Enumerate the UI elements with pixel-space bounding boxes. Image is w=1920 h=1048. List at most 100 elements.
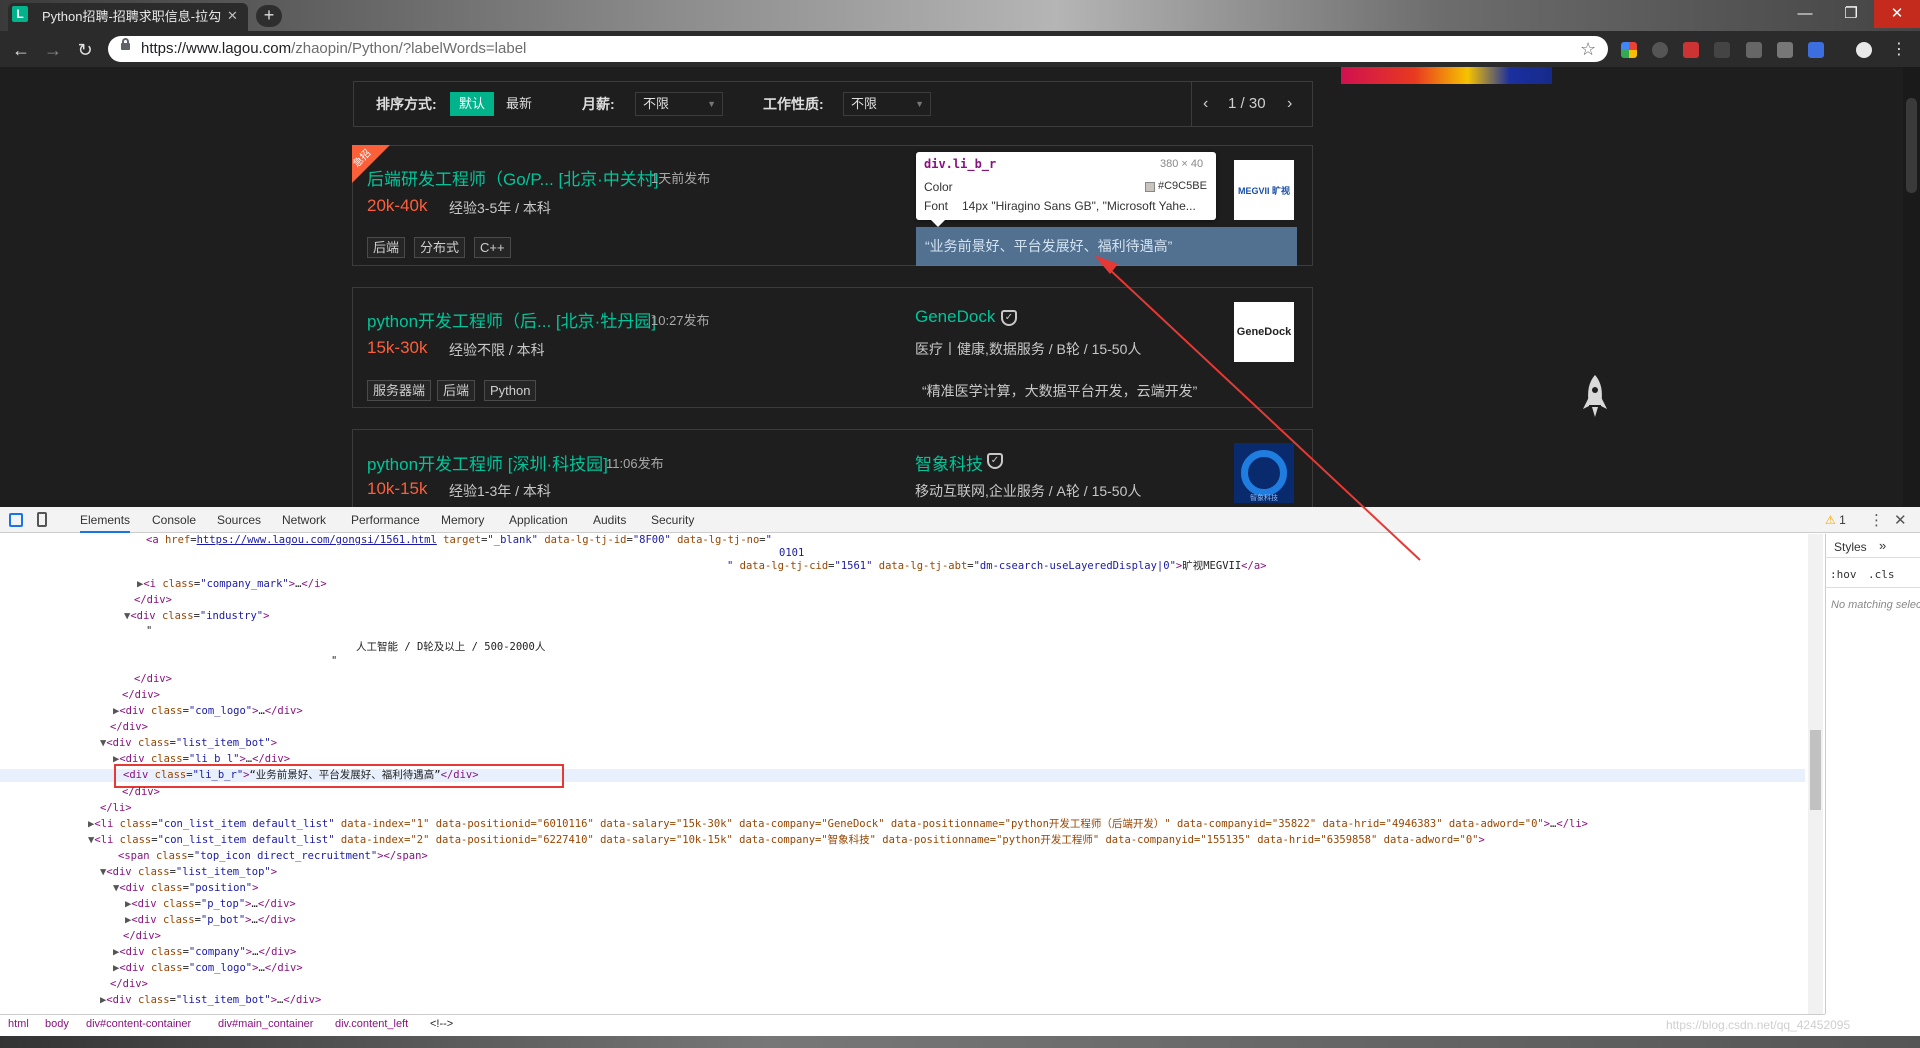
forward-icon[interactable]: →	[42, 39, 64, 61]
back-icon[interactable]: ←	[10, 39, 32, 61]
tab-elements[interactable]: Elements	[80, 507, 131, 533]
bookmark-star-icon[interactable]: ☆	[1580, 38, 1596, 60]
skill-tag[interactable]: 服务器端	[367, 380, 432, 401]
experience: 经验3-5年 / 本科	[449, 200, 551, 216]
dom-line[interactable]: ▼<li class="con_list_item default_list" …	[88, 834, 1485, 847]
dom-line[interactable]: ▼<div class="list_item_bot">	[100, 737, 277, 750]
dom-line: </div>	[110, 721, 148, 733]
dom-line[interactable]: ▼<div class="list_item_top">	[100, 866, 277, 879]
dom-line: </div>	[123, 930, 161, 942]
reload-icon[interactable]: ↻	[74, 39, 96, 61]
tab-sources[interactable]: Sources	[217, 507, 261, 533]
dom-line: </li>	[100, 802, 132, 814]
browser-tab[interactable]: Python招聘-招聘求职信息-拉勾	[8, 3, 248, 31]
dom-line[interactable]: ▼<div class="position">	[113, 882, 258, 895]
extension-icon[interactable]	[1621, 42, 1637, 58]
experience: 经验不限 / 本科	[449, 342, 545, 358]
warning-count: 1	[1839, 513, 1846, 527]
dom-scrollbar-thumb[interactable]	[1810, 730, 1821, 810]
device-toolbar-icon[interactable]	[37, 512, 47, 527]
tab-application[interactable]: Application	[509, 507, 568, 533]
dom-line[interactable]: <a href=https://www.lagou.com/gongsi/156…	[146, 534, 772, 547]
tab-close-icon[interactable]: ✕	[227, 9, 238, 22]
devtools-menu-icon[interactable]: ⋮	[1869, 511, 1884, 529]
extension-icon[interactable]	[1777, 42, 1793, 58]
salary-select[interactable]: 不限 ▼	[635, 92, 723, 116]
page-indicator: 1 / 30	[1228, 95, 1266, 112]
company-name-link[interactable]: GeneDock	[915, 307, 995, 327]
dom-line: </div>	[122, 786, 160, 798]
breadcrumb-item[interactable]: html	[8, 1018, 29, 1030]
more-tabs-icon[interactable]: »	[1879, 538, 1886, 553]
new-tab-button[interactable]: +	[256, 5, 282, 27]
next-page-icon[interactable]: ›	[1287, 92, 1292, 116]
job-title-link[interactable]: python开发工程师 [深圳·科技园]	[367, 450, 608, 475]
tab-performance[interactable]: Performance	[351, 507, 420, 533]
url-text[interactable]: https://www.lagou.com/zhaopin/Python/?la…	[141, 36, 526, 62]
devtools-close-icon[interactable]: ✕	[1894, 511, 1907, 529]
company-name-link[interactable]: 智象科技	[915, 450, 983, 475]
dom-line[interactable]: ▶<li class="con_list_item default_list" …	[88, 818, 1588, 831]
lock-icon[interactable]	[121, 38, 130, 50]
tab-network[interactable]: Network	[282, 507, 326, 533]
company-logo[interactable]: GeneDock	[1234, 302, 1294, 362]
dom-line[interactable]: ▶<div class="p_top">…</div>	[125, 898, 296, 911]
tab-security[interactable]: Security	[651, 507, 694, 533]
company-logo[interactable]: 智象科技	[1234, 443, 1294, 503]
back-to-top-rocket-icon[interactable]	[1582, 375, 1608, 419]
cls-toggle[interactable]: .cls	[1868, 568, 1895, 581]
tab-styles[interactable]: Styles	[1834, 540, 1867, 554]
dom-line[interactable]: ▶<div class="com_logo">…</div>	[113, 962, 303, 975]
salary: 20k-40k	[367, 196, 428, 215]
company-logo[interactable]: MEGVII 旷视	[1234, 160, 1294, 220]
extension-icon[interactable]	[1652, 42, 1668, 58]
skill-tag[interactable]: 后端	[367, 237, 406, 258]
dom-line[interactable]: ▶<div class="p_bot">…</div>	[125, 914, 296, 927]
skill-tag[interactable]: C++	[474, 237, 511, 258]
chrome-menu-icon[interactable]: ⋮	[1891, 39, 1907, 59]
window-close-icon[interactable]: ✕	[1874, 0, 1920, 28]
dom-line[interactable]: ▶<div class="company">…</div>	[113, 946, 296, 959]
breadcrumb-item[interactable]: div#main_container	[218, 1018, 313, 1030]
sort-latest-button[interactable]: 最新	[506, 92, 532, 116]
job-title-link[interactable]: 后端研发工程师（Go/P... [北京·中关村]	[367, 165, 659, 190]
inspect-element-icon[interactable]	[9, 513, 23, 527]
sort-default-button[interactable]: 默认	[450, 92, 494, 116]
publish-time: 1天前发布	[651, 171, 711, 186]
extension-icon[interactable]	[1746, 42, 1762, 58]
tab-console[interactable]: Console	[152, 507, 196, 533]
dom-line[interactable]: <span class="top_icon direct_recruitment…	[118, 850, 428, 863]
dom-line[interactable]: ▶<div class="com_logo">…</div>	[113, 705, 303, 718]
tooltip-color-value: #C9C5BE	[1158, 180, 1207, 192]
extension-icon[interactable]	[1683, 42, 1699, 58]
hov-toggle[interactable]: :hov	[1830, 568, 1857, 581]
watermark: https://blog.csdn.net/qq_42452095	[1666, 1018, 1851, 1032]
skill-tag[interactable]: Python	[484, 380, 537, 401]
ad-banner[interactable]	[1341, 67, 1552, 84]
tab-audits[interactable]: Audits	[593, 507, 626, 533]
job-title-link[interactable]: python开发工程师（后... [北京·牡丹园]	[367, 307, 656, 332]
prev-page-icon[interactable]: ‹	[1203, 92, 1208, 116]
tab-memory[interactable]: Memory	[441, 507, 484, 533]
dom-line[interactable]: " data-lg-tj-cid="1561" data-lg-tj-abt="…	[727, 560, 1266, 573]
dom-line[interactable]: ▶<div class="list_item_bot">…</div>	[100, 994, 321, 1007]
breadcrumb-item[interactable]: div#content-container	[86, 1018, 191, 1030]
tooltip-font-value: 14px "Hiragino Sans GB", "Microsoft Yahe…	[962, 199, 1196, 213]
skill-tag[interactable]: 后端	[437, 380, 476, 401]
profile-avatar-icon[interactable]	[1856, 42, 1872, 58]
extension-icon[interactable]	[1808, 42, 1824, 58]
breadcrumb-item[interactable]: body	[45, 1018, 69, 1030]
dom-href-link[interactable]: https://www.lagou.com/gongsi/1561.html	[197, 534, 437, 546]
restore-icon[interactable]: ❐	[1828, 0, 1874, 28]
warning-counter[interactable]: ⚠ 1	[1825, 513, 1846, 527]
dom-line[interactable]: ▶<i class="company_mark">…</i>	[137, 578, 327, 591]
jobtype-select[interactable]: 不限 ▼	[843, 92, 931, 116]
company-industry: 移动互联网,企业服务 / A轮 / 15-50人	[915, 483, 1142, 499]
minimize-icon[interactable]: —	[1782, 0, 1828, 28]
dom-line[interactable]: ▼<div class="industry">	[124, 610, 269, 623]
extension-icon[interactable]	[1714, 42, 1730, 58]
skill-tag[interactable]: 分布式	[414, 237, 466, 258]
breadcrumb-item[interactable]: <!-->	[430, 1018, 453, 1030]
page-scrollbar-thumb[interactable]	[1906, 98, 1917, 193]
breadcrumb-item[interactable]: div.content_left	[335, 1018, 408, 1030]
